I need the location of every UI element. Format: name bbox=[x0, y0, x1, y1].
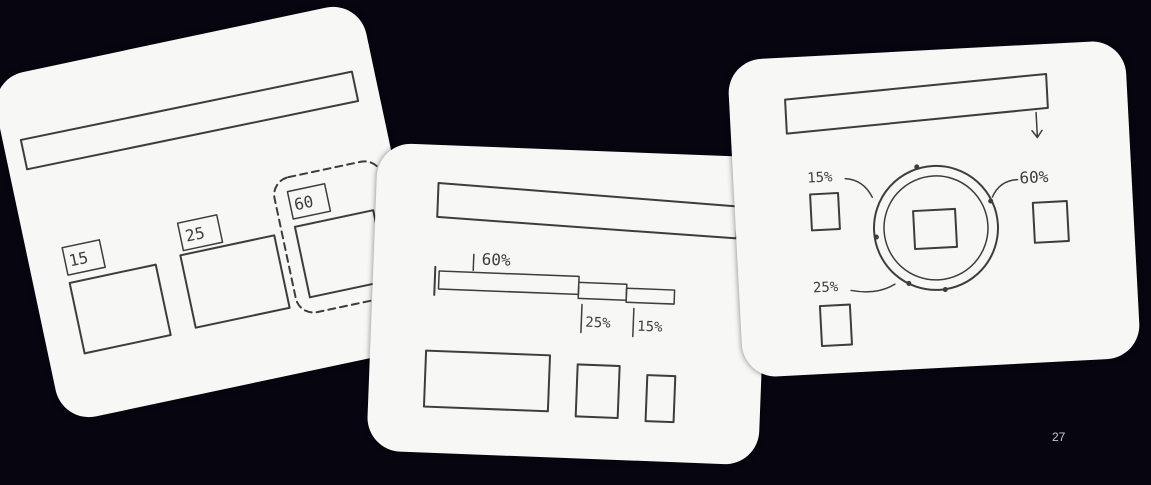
sketch-2-tick-60 bbox=[472, 253, 475, 272]
sketch-3-center-box bbox=[912, 207, 959, 251]
slide: 15 25 60 60% 25% 15% 15% 60% 25% 27 bbox=[0, 0, 1151, 485]
sketch-3-inner-ring bbox=[883, 175, 989, 281]
sketch-3-drawing: 15% 60% 25% bbox=[784, 72, 1070, 348]
slide-page-number: 27 bbox=[1052, 430, 1066, 444]
sketch-3-label-15: 15% bbox=[807, 169, 834, 186]
sketch-2-label-60: 60% bbox=[481, 250, 511, 270]
sketch-1-label-2: 25 bbox=[184, 223, 207, 246]
sketch-3-connector-25 bbox=[850, 283, 896, 293]
sketch-3-header-bar bbox=[784, 72, 1049, 135]
sketch-3-ring-dot-bottom-right bbox=[942, 287, 948, 293]
sketch-2-header-bar bbox=[436, 181, 739, 240]
sketch-2-segment-15 bbox=[625, 287, 676, 305]
sketch-3-connector-60 bbox=[991, 178, 1019, 198]
sketch-2-bar-start bbox=[433, 265, 437, 296]
sketch-3-label-25: 25% bbox=[813, 279, 840, 296]
sketch-card-3: 15% 60% 25% bbox=[726, 39, 1142, 379]
sketch-2-label-15: 15% bbox=[637, 319, 663, 336]
sketch-3-box-25 bbox=[818, 303, 853, 348]
sketch-1-drawing: 15 25 60 bbox=[19, 70, 405, 355]
sketch-1-label-3: 60 bbox=[292, 192, 315, 215]
sketch-2-drawing: 60% 25% 15% bbox=[422, 181, 739, 424]
sketch-1-label-1: 15 bbox=[67, 248, 90, 271]
sketch-2-tick-25 bbox=[580, 303, 583, 334]
sketch-3-label-60: 60% bbox=[1019, 167, 1049, 188]
sketch-2-tick-15 bbox=[632, 307, 635, 338]
sketch-3-connector-15 bbox=[844, 177, 874, 198]
sketch-2-box-large bbox=[422, 349, 552, 413]
sketch-1-box-2 bbox=[179, 234, 291, 329]
sketch-3-box-60 bbox=[1031, 200, 1070, 244]
sketch-3-arrow-line bbox=[1035, 111, 1039, 138]
sketch-2-box-medium bbox=[574, 363, 621, 419]
sketch-1-box-1 bbox=[68, 263, 172, 355]
sketch-2-segment-25 bbox=[577, 281, 628, 301]
sketch-1-header-bar bbox=[19, 70, 360, 171]
sketch-3-outer-ring bbox=[872, 164, 999, 291]
sketch-2-label-25: 25% bbox=[585, 315, 611, 332]
sketch-2-box-small bbox=[644, 374, 677, 424]
sketch-card-2: 60% 25% 15% bbox=[366, 142, 770, 466]
sketch-card-1: 15 25 60 bbox=[0, 0, 433, 424]
sketch-2-segment-60 bbox=[437, 270, 580, 296]
sketch-3-box-15 bbox=[809, 192, 841, 232]
